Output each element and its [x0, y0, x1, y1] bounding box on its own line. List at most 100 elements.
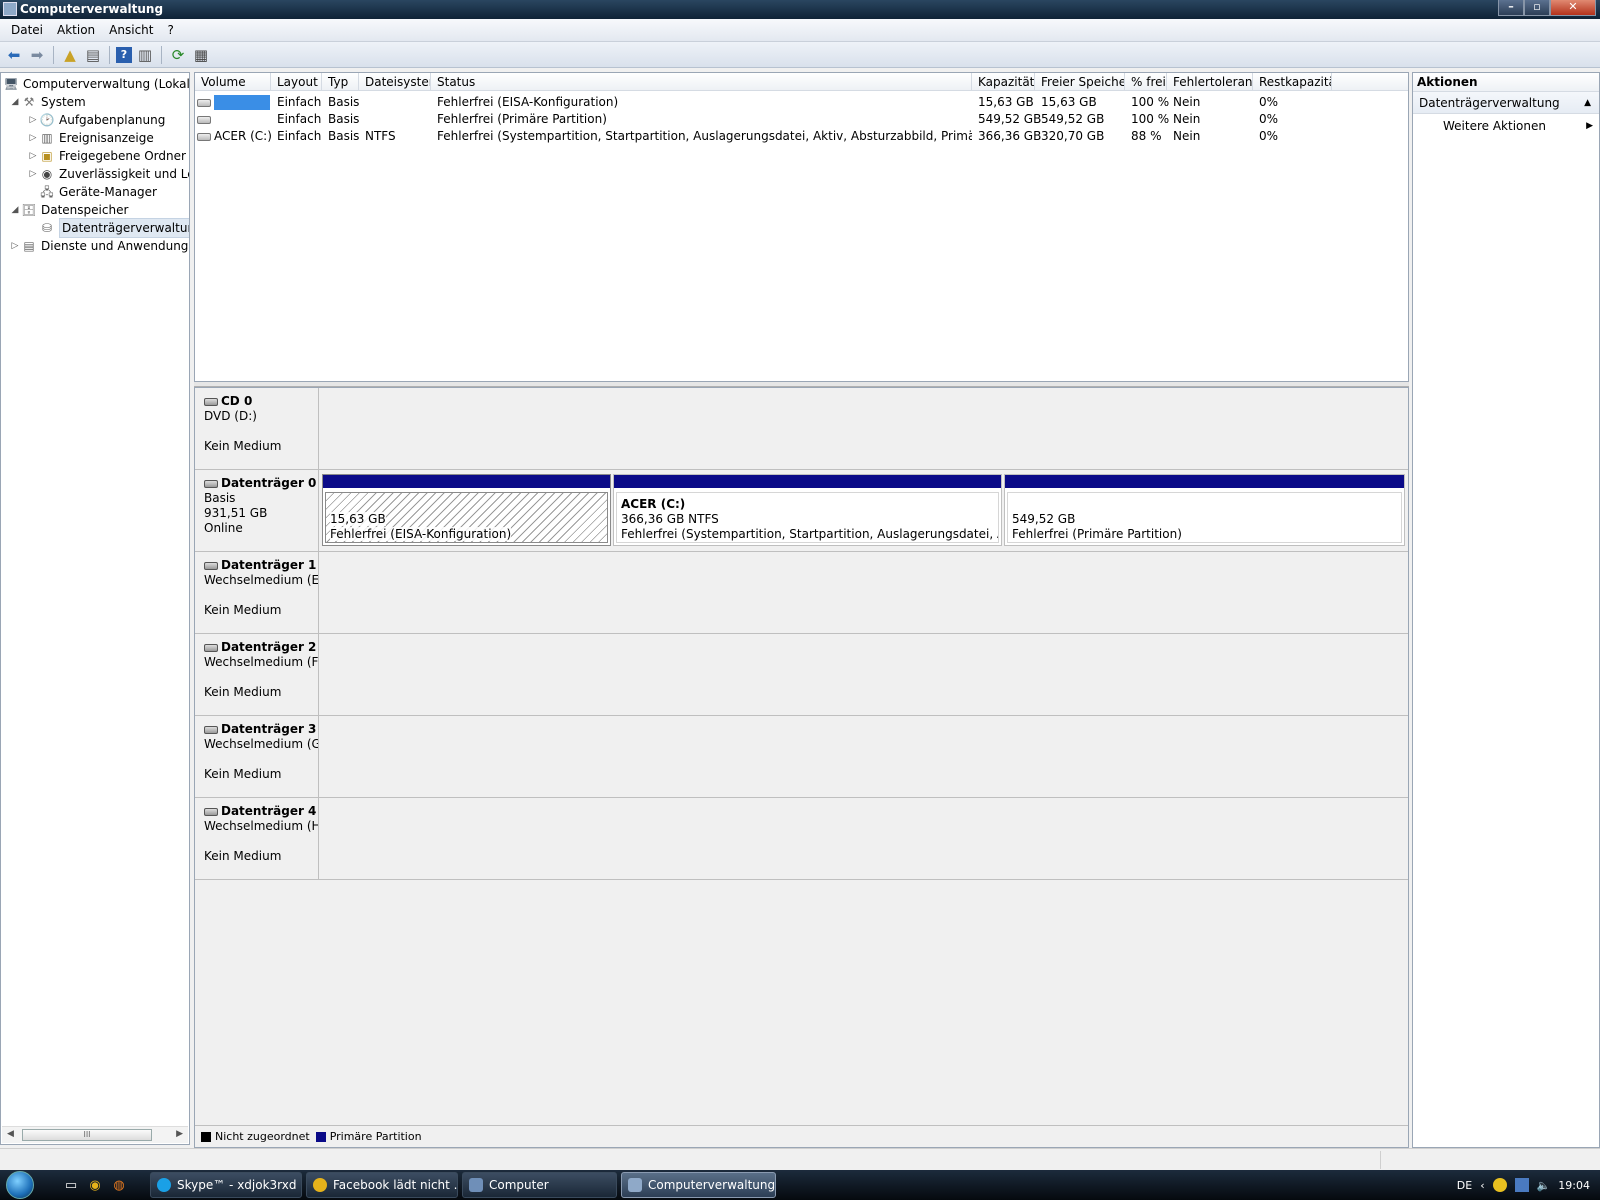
column-header-typ[interactable]: Typ — [322, 73, 359, 91]
scroll-right-arrow-icon[interactable]: ▶ — [176, 1129, 183, 1139]
partition-legend: Nicht zugeordnet Primäre Partition — [195, 1125, 1408, 1147]
menu-ansicht[interactable]: Ansicht — [102, 23, 160, 37]
disk-label[interactable]: Datenträger 0 Basis 931,51 GB Online — [195, 470, 319, 551]
menu-datei[interactable]: Datei — [4, 23, 50, 37]
tray-app-icon[interactable] — [1492, 1178, 1507, 1192]
partition-acer-c[interactable]: ACER (C:) 366,36 GB NTFS Fehlerfrei (Sys… — [613, 474, 1002, 546]
tree-item-computerverwaltung[interactable]: 🖥 Computerverwaltung (Lokal) — [3, 75, 189, 93]
column-header-status[interactable]: Status — [431, 73, 972, 91]
collapse-up-icon[interactable]: ▲ — [1584, 92, 1591, 114]
disk-status: Kein Medium — [204, 439, 282, 453]
expand-triangle-icon[interactable]: ▷ — [27, 147, 39, 165]
menu-help[interactable]: ? — [160, 23, 180, 37]
action-weitere-aktionen[interactable]: Weitere Aktionen ▶ — [1413, 114, 1599, 138]
disk-label[interactable]: Datenträger 4 Wechselmedium (H: Kein Med… — [195, 798, 319, 879]
tree-item-zuverlaessigkeit[interactable]: ▷ ◉ Zuverlässigkeit und Leis — [27, 165, 189, 183]
column-header-dateisystem[interactable]: Dateisystem — [359, 73, 431, 91]
disk-label[interactable]: CD 0 DVD (D:) Kein Medium — [195, 388, 319, 469]
tree-item-datentraegerverwaltung[interactable]: ⛁ Datenträgerverwaltung — [39, 218, 189, 238]
submenu-arrow-icon: ▶ — [1586, 121, 1593, 131]
chrome-icon[interactable]: ◉ — [84, 1174, 106, 1196]
tree-item-datenspeicher[interactable]: ◢ 🗄 Datenspeicher — [9, 201, 129, 219]
disk-row-cd0[interactable]: CD 0 DVD (D:) Kein Medium — [195, 388, 1408, 470]
disk-label[interactable]: Datenträger 1 Wechselmedium (E: Kein Med… — [195, 552, 319, 633]
fehlertoleranz-cell: Nein — [1173, 95, 1201, 109]
table-row[interactable]: Einfach Basis Fehlerfrei (EISA-Konfigura… — [195, 93, 1408, 110]
partition-size: 15,63 GB — [330, 512, 386, 526]
disk-row-0[interactable]: Datenträger 0 Basis 931,51 GB Online 15,… — [195, 470, 1408, 552]
tree-item-aufgabenplanung[interactable]: ▷ 🕑 Aufgabenplanung — [27, 111, 166, 129]
network-icon[interactable] — [1514, 1178, 1529, 1192]
help-icon[interactable]: ? — [116, 46, 132, 63]
column-header-restkapazitaet[interactable]: Restkapazität — [1253, 73, 1332, 91]
collapse-triangle-icon[interactable]: ◢ — [9, 93, 21, 111]
status-bar-divider — [1380, 1151, 1381, 1169]
volume-speaker-icon[interactable]: 🔈 — [1537, 1179, 1551, 1192]
table-row[interactable]: ACER (C:) Einfach Basis NTFS Fehlerfrei … — [195, 127, 1408, 144]
taskbar-button-computerverwaltung[interactable]: Computerverwaltung — [621, 1172, 776, 1198]
scroll-left-arrow-icon[interactable]: ◀ — [7, 1129, 14, 1139]
expand-triangle-icon[interactable]: ▷ — [27, 129, 39, 147]
taskbar-button-computer[interactable]: Computer — [462, 1172, 617, 1198]
show-desktop-icon[interactable]: ▭ — [60, 1174, 82, 1196]
actions-section-datentraegerverwaltung[interactable]: Datenträgerverwaltung ▲ — [1413, 92, 1599, 114]
collapse-triangle-icon[interactable]: ◢ — [9, 201, 21, 219]
refresh-icon[interactable]: ⟳ — [168, 45, 188, 65]
fehlertoleranz-cell: Nein — [1173, 112, 1201, 126]
column-header-kapazitaet[interactable]: Kapazität — [972, 73, 1035, 91]
disk-row-3[interactable]: Datenträger 3 Wechselmedium (G: Kein Med… — [195, 716, 1408, 798]
column-header-volume[interactable]: Volume — [195, 73, 271, 91]
tree-item-geraete-manager[interactable]: 🖧 Geräte-Manager — [39, 183, 157, 201]
tree-horizontal-scrollbar[interactable]: ◀ III ▶ — [2, 1126, 188, 1143]
disk-name: Datenträger 3 — [221, 722, 317, 736]
start-button[interactable] — [0, 1170, 40, 1200]
tree-item-ereignisanzeige[interactable]: ▷ ▥ Ereignisanzeige — [27, 129, 154, 147]
clock[interactable]: 19:04 — [1558, 1179, 1590, 1192]
chrome-icon — [313, 1178, 327, 1192]
scrollbar-thumb[interactable]: III — [22, 1129, 152, 1141]
legend-primary: Primäre Partition — [329, 1130, 422, 1143]
expand-triangle-icon[interactable]: ▷ — [27, 165, 39, 183]
disk-row-4[interactable]: Datenträger 4 Wechselmedium (H: Kein Med… — [195, 798, 1408, 880]
expand-triangle-icon[interactable]: ▷ — [27, 111, 39, 129]
disk-name: Datenträger 1 — [221, 558, 317, 572]
column-header-fehlertoleranz[interactable]: Fehlertoleranz — [1167, 73, 1253, 91]
menu-aktion[interactable]: Aktion — [50, 23, 102, 37]
language-indicator[interactable]: DE — [1457, 1179, 1472, 1192]
disk-row-2[interactable]: Datenträger 2 Wechselmedium (F: Kein Med… — [195, 634, 1408, 716]
disk-label[interactable]: Datenträger 3 Wechselmedium (G: Kein Med… — [195, 716, 319, 797]
maximize-button[interactable]: ▫ — [1524, 0, 1550, 16]
column-header-prozent-frei[interactable]: % frei — [1125, 73, 1167, 91]
partition-eisa[interactable]: 15,63 GB Fehlerfrei (EISA-Konfiguration) — [322, 474, 611, 546]
table-row[interactable]: Einfach Basis Fehlerfrei (Primäre Partit… — [195, 110, 1408, 127]
column-header-layout[interactable]: Layout — [271, 73, 322, 91]
partition-size: 549,52 GB — [1012, 512, 1076, 526]
device-manager-icon: 🖧 — [40, 185, 54, 199]
taskbar-button-facebook[interactable]: Facebook lädt nicht ... — [306, 1172, 458, 1198]
back-arrow-icon[interactable]: ⬅ — [4, 45, 24, 65]
tray-expand-icon[interactable]: ‹ — [1480, 1179, 1484, 1192]
firefox-icon[interactable]: ◍ — [108, 1174, 130, 1196]
partition-size: 366,36 GB NTFS — [621, 512, 719, 526]
forward-arrow-icon[interactable]: ➡ — [27, 45, 47, 65]
taskbar-button-skype[interactable]: Skype™ - xdjok3rxd — [150, 1172, 302, 1198]
disk-label[interactable]: Datenträger 2 Wechselmedium (F: Kein Med… — [195, 634, 319, 715]
show-hide-tree-icon[interactable]: ▤ — [83, 45, 103, 65]
show-hide-action-pane-icon[interactable]: ▥ — [135, 45, 155, 65]
tree-item-system[interactable]: ◢ ⚒ System — [9, 93, 86, 111]
expand-triangle-icon[interactable]: ▷ — [9, 237, 21, 255]
up-folder-icon[interactable]: ▲ — [60, 45, 80, 65]
actions-pane: Aktionen Datenträgerverwaltung ▲ Weitere… — [1412, 72, 1600, 1148]
close-button[interactable]: ✕ — [1550, 0, 1596, 16]
disk-row-1[interactable]: Datenträger 1 Wechselmedium (E: Kein Med… — [195, 552, 1408, 634]
tree-item-freigegebene-ordner[interactable]: ▷ ▣ Freigegebene Ordner — [27, 147, 186, 165]
fehlertoleranz-cell: Nein — [1173, 129, 1201, 143]
layout-cell: Einfach — [277, 112, 322, 126]
partition-primary-549[interactable]: 549,52 GB Fehlerfrei (Primäre Partition) — [1004, 474, 1405, 546]
properties-icon[interactable]: ▦ — [191, 45, 211, 65]
tree-item-dienste[interactable]: ▷ ▤ Dienste und Anwendungen — [9, 237, 189, 255]
app-icon — [3, 2, 17, 16]
minimize-button[interactable]: – — [1498, 0, 1524, 16]
layout-cell: Einfach — [277, 95, 322, 109]
column-header-freier-speicher[interactable]: Freier Speicher — [1035, 73, 1125, 91]
